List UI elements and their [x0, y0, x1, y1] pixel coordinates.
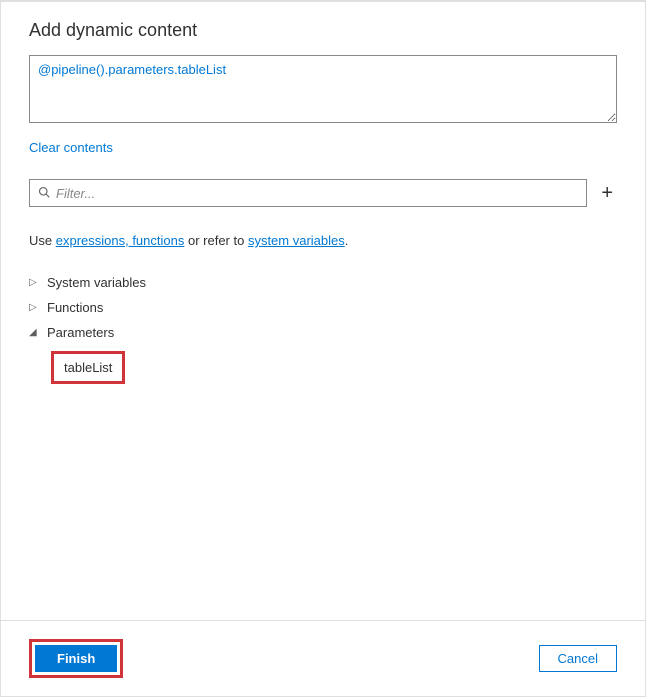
- tree-node-functions[interactable]: ▷ Functions: [29, 295, 617, 320]
- finish-button[interactable]: Finish: [35, 645, 117, 672]
- clear-contents-link[interactable]: Clear contents: [29, 140, 113, 155]
- parameter-item-tablelist[interactable]: tableList: [51, 351, 125, 384]
- page-title: Add dynamic content: [29, 20, 617, 41]
- dialog-header: Add dynamic content: [1, 1, 645, 53]
- dialog-content: Clear contents + Use expressions, functi…: [1, 53, 645, 620]
- help-prefix: Use: [29, 233, 56, 248]
- add-button[interactable]: +: [597, 182, 617, 205]
- system-variables-link[interactable]: system variables: [248, 233, 345, 248]
- tree-label: Functions: [47, 300, 103, 315]
- help-text: Use expressions, functions or refer to s…: [29, 233, 617, 248]
- chevron-right-icon: ▷: [29, 302, 43, 313]
- chevron-right-icon: ▷: [29, 277, 43, 288]
- tree-label: Parameters: [47, 325, 114, 340]
- tree-label: System variables: [47, 275, 146, 290]
- finish-highlight: Finish: [29, 639, 123, 678]
- filter-input-wrapper[interactable]: [29, 179, 587, 207]
- chevron-down-icon: ◢: [29, 327, 43, 338]
- cancel-button[interactable]: Cancel: [539, 645, 617, 672]
- help-mid: or refer to: [184, 233, 248, 248]
- tree-node-system-variables[interactable]: ▷ System variables: [29, 270, 617, 295]
- filter-row: +: [29, 179, 617, 207]
- filter-input[interactable]: [56, 186, 578, 201]
- search-icon: [38, 186, 50, 201]
- content-tree: ▷ System variables ▷ Functions ◢ Paramet…: [29, 270, 617, 384]
- help-suffix: .: [345, 233, 349, 248]
- tree-node-parameters[interactable]: ◢ Parameters: [29, 320, 617, 345]
- expression-input[interactable]: [29, 55, 617, 123]
- expressions-functions-link[interactable]: expressions, functions: [56, 233, 185, 248]
- dialog-footer: Finish Cancel: [1, 620, 645, 696]
